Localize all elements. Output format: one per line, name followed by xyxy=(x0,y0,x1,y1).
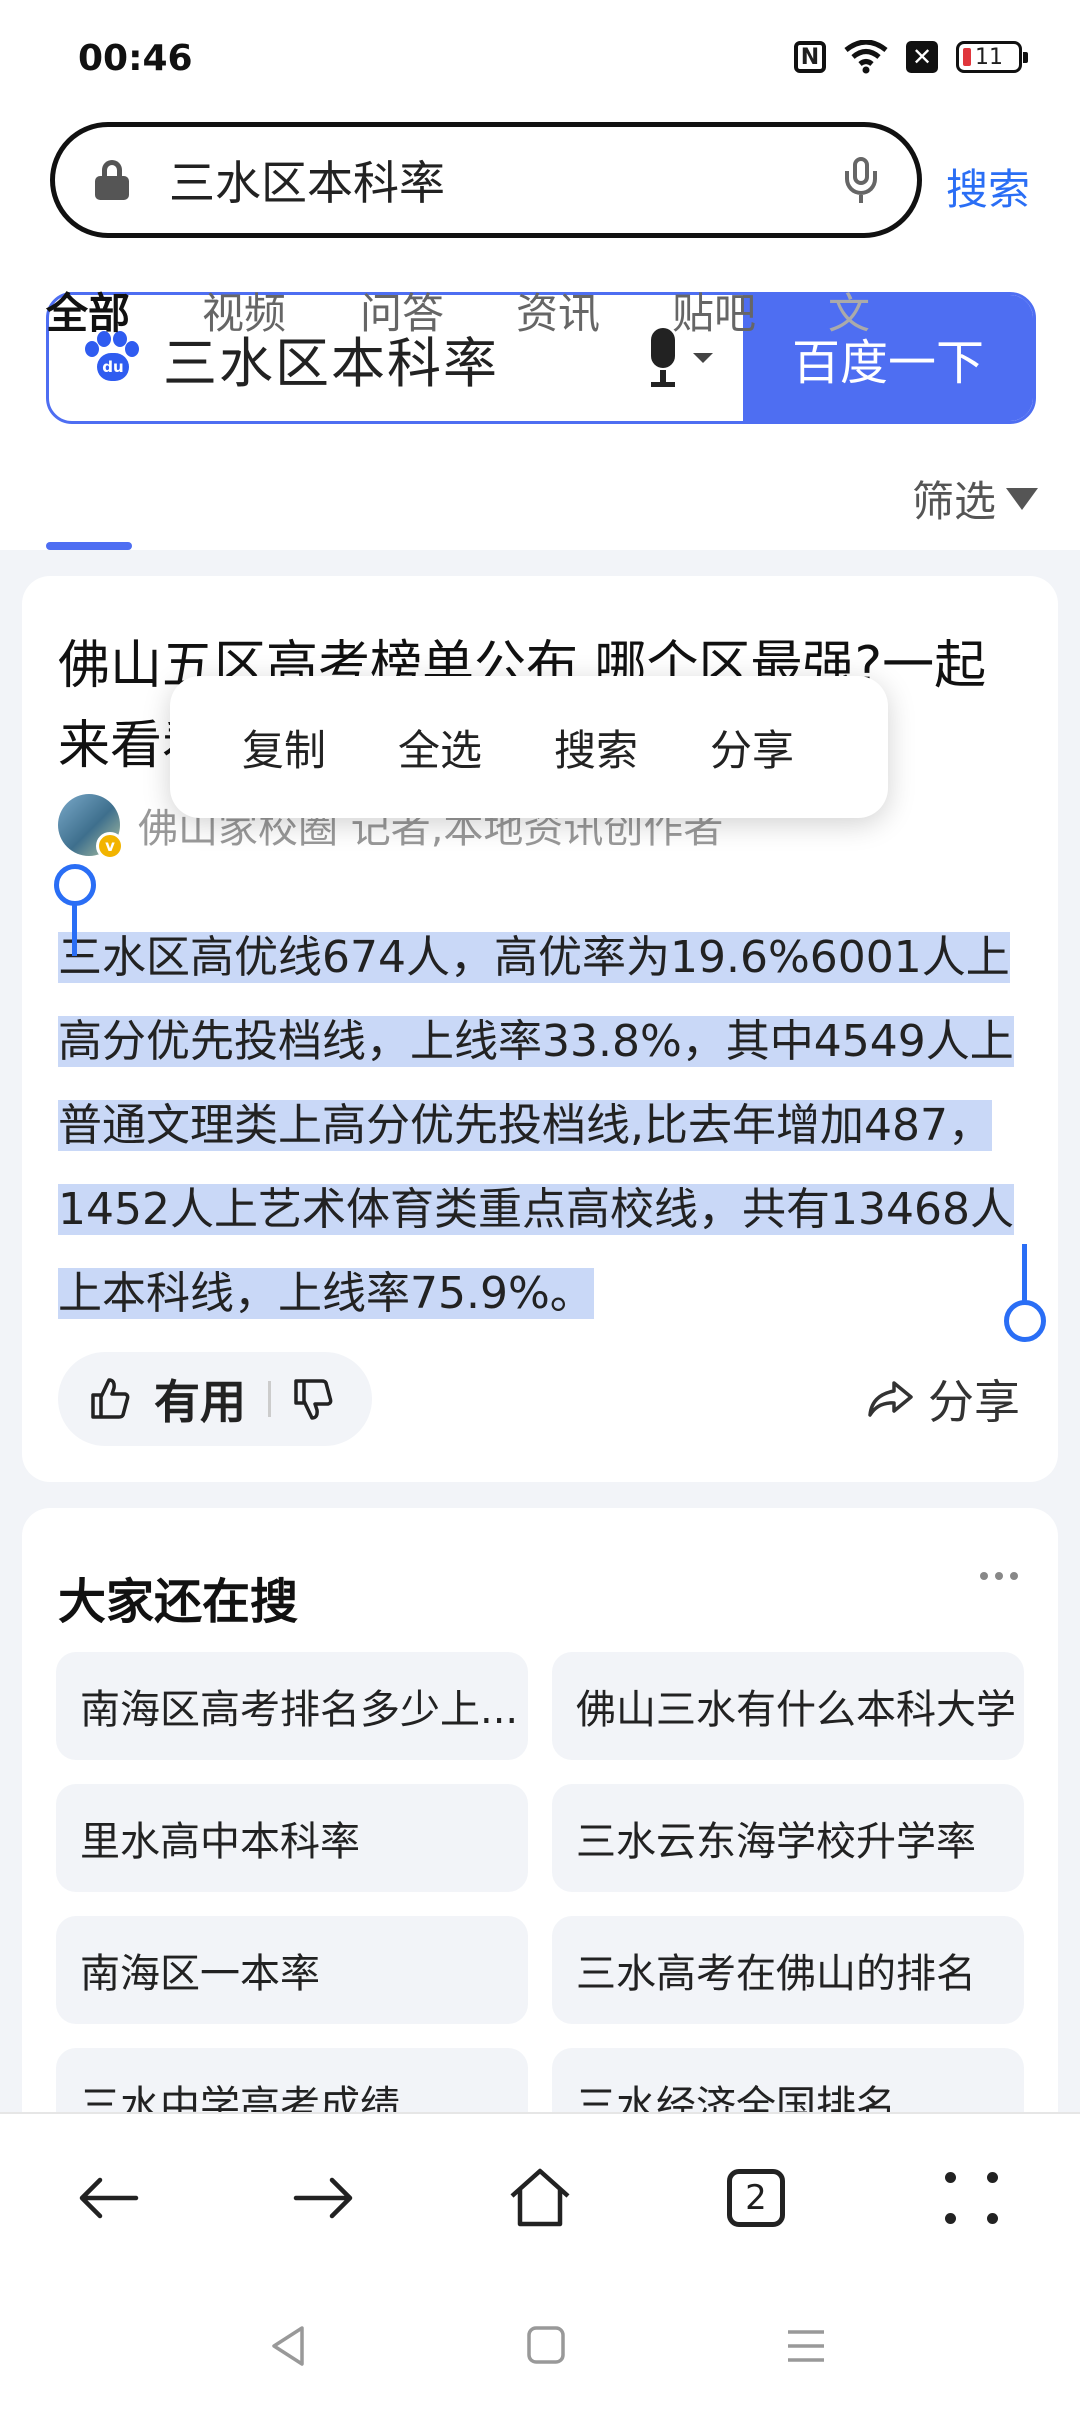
related-item[interactable]: 佛山三水有什么本科大学 xyxy=(552,1652,1024,1760)
chevron-down-icon[interactable] xyxy=(693,353,713,363)
useful-label[interactable]: 有用 xyxy=(154,1366,246,1432)
thumbs-up-icon[interactable] xyxy=(90,1377,130,1421)
related-item[interactable]: 三水云东海学校升学率 xyxy=(552,1784,1024,1892)
related-item[interactable]: 里水高中本科率 xyxy=(56,1784,528,1892)
menu-dots-icon[interactable] xyxy=(932,2158,1012,2238)
active-tab-indicator xyxy=(46,542,132,550)
home-icon[interactable] xyxy=(500,2158,580,2238)
tab-news[interactable]: 资讯 xyxy=(516,280,600,341)
menu-copy[interactable]: 复制 xyxy=(242,717,326,778)
status-icons: N ✕ 11 xyxy=(794,40,1028,74)
tab-tieba[interactable]: 贴吧 xyxy=(672,280,756,341)
nfc-icon: N xyxy=(794,41,826,73)
more-options-icon[interactable] xyxy=(980,1572,1018,1580)
tab-wenku[interactable]: 文 xyxy=(828,280,870,341)
address-field[interactable]: 三水区本科率 xyxy=(50,122,922,238)
back-arrow-icon[interactable] xyxy=(68,2158,148,2238)
battery-icon: 11 xyxy=(956,41,1028,73)
baidu-submit-button[interactable]: 百度一下 xyxy=(743,295,1033,421)
related-item[interactable]: 三水高考在佛山的排名 xyxy=(552,1916,1024,2024)
baidu-search-header: du 三水区本科率 百度一下 全部 视频 问答 资讯 贴吧 文 筛选 xyxy=(0,260,1080,550)
voice-mic-icon[interactable] xyxy=(841,155,881,205)
tab-all[interactable]: 全部 xyxy=(46,280,130,341)
status-time: 00:46 xyxy=(78,38,193,79)
share-label: 分享 xyxy=(928,1375,1020,1429)
browser-address-bar: 三水区本科率 搜索 xyxy=(0,120,1080,260)
feedback-pill: 有用 xyxy=(58,1352,372,1446)
avatar: v xyxy=(58,794,124,860)
related-title: 大家还在搜 xyxy=(58,1574,299,1630)
selection-context-menu: 复制 全选 搜索 分享 xyxy=(170,676,888,818)
related-searches: 大家还在搜 南海区高考排名多少上... 佛山三水有什么本科大学 里水高中本科率 … xyxy=(22,1508,1058,2128)
feedback-divider xyxy=(268,1381,271,1417)
share-arrow-icon xyxy=(866,1379,914,1419)
selected-text[interactable]: 三水区高优线674人，高优率为19.6%6001人上高分优先投档线，上线率33.… xyxy=(58,932,1014,1319)
filter-button[interactable]: 筛选 xyxy=(912,468,1039,529)
status-bar: 00:46 N ✕ 11 xyxy=(0,0,1080,120)
lock-icon xyxy=(95,160,129,200)
system-nav-bar xyxy=(0,2282,1080,2412)
wifi-icon xyxy=(844,40,888,74)
menu-share[interactable]: 分享 xyxy=(710,717,794,778)
related-item[interactable]: 南海区一本率 xyxy=(56,1916,528,2024)
thumbs-down-icon[interactable] xyxy=(293,1377,333,1421)
nav-back-icon[interactable] xyxy=(268,2324,308,2372)
related-item[interactable]: 南海区高考排名多少上... xyxy=(56,1652,528,1760)
tabs-switcher-button[interactable]: 2 xyxy=(716,2158,796,2238)
menu-search[interactable]: 搜索 xyxy=(554,717,638,778)
share-button[interactable]: 分享 xyxy=(866,1366,1020,1432)
tab-fade xyxy=(820,468,900,528)
address-text: 三水区本科率 xyxy=(169,156,445,210)
notification-x-icon: ✕ xyxy=(906,41,938,73)
verified-badge-icon: v xyxy=(96,832,124,860)
forward-arrow-icon[interactable] xyxy=(284,2158,364,2238)
browser-search-button[interactable]: 搜索 xyxy=(946,156,1030,217)
result-snippet[interactable]: 三水区高优线674人，高优率为19.6%6001人上高分优先投档线，上线率33.… xyxy=(58,916,1028,1336)
selection-start-handle[interactable] xyxy=(54,864,96,956)
tab-count: 2 xyxy=(727,2169,785,2227)
funnel-icon xyxy=(1006,487,1039,510)
nav-home-icon[interactable] xyxy=(526,2324,566,2372)
filter-label: 筛选 xyxy=(912,477,997,526)
nav-recents-icon[interactable] xyxy=(786,2324,826,2372)
battery-level: 11 xyxy=(975,44,1003,70)
menu-select-all[interactable]: 全选 xyxy=(398,717,482,778)
tab-qa[interactable]: 问答 xyxy=(360,280,444,341)
baidu-paw-text: du xyxy=(97,353,129,381)
browser-toolbar: 2 xyxy=(0,2112,1080,2282)
tab-video[interactable]: 视频 xyxy=(202,280,286,341)
